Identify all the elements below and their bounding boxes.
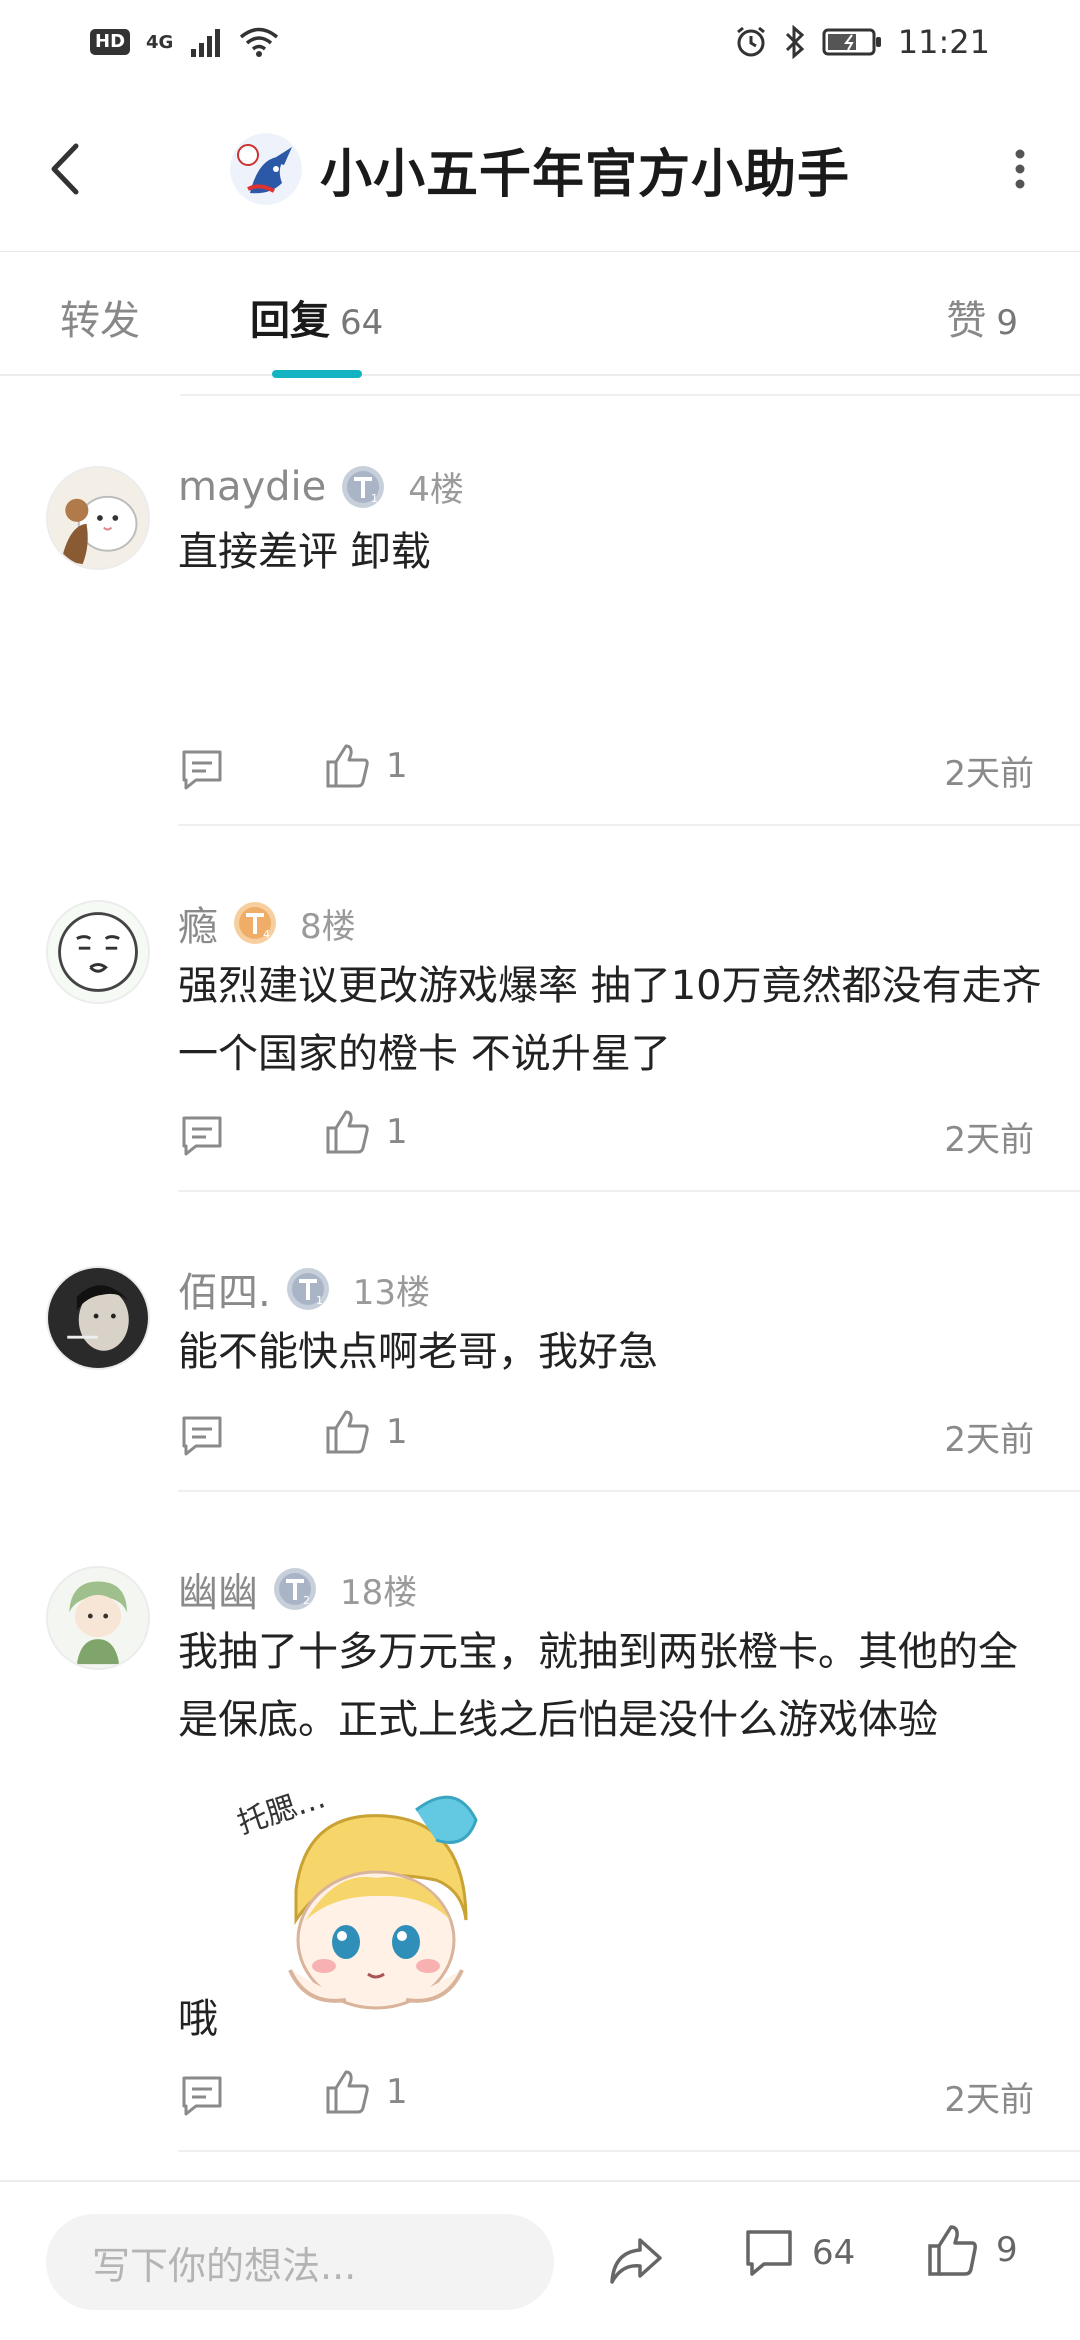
tab-reply-label: 回复 bbox=[250, 298, 330, 344]
thumbs-up-icon bbox=[326, 1110, 369, 1154]
user-avatar[interactable] bbox=[46, 1566, 150, 1670]
sticker-caption: 托腮… bbox=[236, 1780, 330, 1841]
status-left: HD 4G bbox=[90, 26, 279, 58]
signal-icon bbox=[191, 29, 221, 57]
alarm-icon bbox=[736, 26, 765, 57]
comment-header: maydie 1 4楼 bbox=[178, 462, 464, 511]
title-bar: 小小五千年官方小助手 bbox=[0, 84, 1080, 252]
bottom-comment-count: 64 bbox=[812, 2233, 856, 2273]
comment-text-tail: 哦 bbox=[178, 1996, 218, 2042]
wifi-icon bbox=[240, 27, 279, 57]
floor-number: 4楼 bbox=[408, 470, 464, 510]
tab-bar: 转发 回复 64 赞 9 bbox=[0, 252, 1080, 376]
status-bar: HD 4G 11:21 bbox=[0, 0, 1080, 84]
tab-forward[interactable]: 转发 bbox=[60, 288, 140, 346]
comment-text: 能不能快点啊老哥，我好急 bbox=[178, 1329, 658, 1375]
svg-text:1: 1 bbox=[316, 1294, 323, 1307]
reply-icon[interactable] bbox=[178, 746, 226, 794]
tab-reply[interactable]: 回复 64 bbox=[250, 288, 383, 346]
comment-actions: 1 2天前 bbox=[178, 2066, 1034, 2126]
thumbs-up-icon bbox=[326, 2070, 369, 2114]
like-count: 1 bbox=[386, 1412, 408, 1452]
thumbs-up-icon bbox=[326, 1410, 369, 1454]
more-options-icon[interactable] bbox=[1000, 134, 1040, 204]
bottom-like-count: 9 bbox=[996, 2230, 1018, 2270]
like-button[interactable]: 1 bbox=[324, 1408, 408, 1456]
share-icon[interactable] bbox=[606, 2230, 666, 2290]
user-avatar[interactable] bbox=[46, 466, 150, 570]
like-count: 1 bbox=[386, 746, 408, 786]
tab-like-count: 9 bbox=[996, 303, 1018, 343]
comment-input[interactable]: 写下你的想法... bbox=[46, 2214, 554, 2310]
like-count: 1 bbox=[386, 2072, 408, 2112]
battery-icon bbox=[822, 28, 881, 56]
comment-time: 2天前 bbox=[944, 2080, 1034, 2120]
user-avatar[interactable] bbox=[46, 1266, 150, 1370]
bluetooth-icon bbox=[785, 25, 804, 59]
tab-like-label: 赞 bbox=[946, 298, 987, 344]
username[interactable]: 瘾 bbox=[178, 894, 218, 952]
status-time: 11:21 bbox=[897, 23, 990, 61]
svg-text:4: 4 bbox=[263, 928, 270, 941]
like-button[interactable]: 1 bbox=[324, 2068, 408, 2116]
comment-actions: 1 2天前 bbox=[178, 740, 1034, 800]
username[interactable]: maydie bbox=[178, 464, 326, 510]
comment-time: 2天前 bbox=[944, 1120, 1034, 1160]
floor-number: 8楼 bbox=[300, 906, 356, 947]
status-right: 11:21 bbox=[734, 23, 990, 61]
list-top-divider bbox=[180, 394, 1080, 396]
comment-header: 佰四. 1 13楼 bbox=[178, 1260, 430, 1318]
bottom-like-button[interactable]: 9 bbox=[926, 2222, 1018, 2278]
active-tab-indicator bbox=[272, 370, 362, 378]
comment-time: 2天前 bbox=[944, 1420, 1034, 1460]
comment-divider bbox=[178, 1190, 1080, 1192]
assistant-avatar[interactable] bbox=[229, 133, 302, 205]
reply-icon[interactable] bbox=[178, 2072, 226, 2120]
tab-reply-count: 64 bbox=[340, 303, 384, 343]
comment-input-placeholder: 写下你的想法... bbox=[92, 2243, 357, 2288]
comment-header: 幽幽 2 18楼 bbox=[178, 1560, 417, 1618]
comment-divider bbox=[178, 2150, 1080, 2152]
thumbs-up-icon bbox=[326, 744, 369, 788]
reply-icon[interactable] bbox=[178, 1412, 226, 1460]
floor-number: 13楼 bbox=[352, 1272, 430, 1313]
level-badge-t1-icon: 1 bbox=[342, 465, 385, 508]
username[interactable]: 幽幽 bbox=[178, 1560, 258, 1618]
svg-text:2: 2 bbox=[303, 1594, 310, 1607]
thumbs-up-icon bbox=[928, 2225, 977, 2276]
comment-actions: 1 2天前 bbox=[178, 1406, 1034, 1466]
username[interactable]: 佰四. bbox=[178, 1260, 271, 1318]
title-area: 小小五千年官方小助手 bbox=[0, 124, 1080, 214]
like-button[interactable]: 1 bbox=[324, 1108, 408, 1156]
tab-like[interactable]: 赞 9 bbox=[946, 288, 1018, 346]
level-badge-t2-icon: 2 bbox=[274, 1568, 316, 1610]
comment-actions: 1 2天前 bbox=[178, 1106, 1034, 1166]
network-label: 4G bbox=[146, 31, 174, 53]
user-avatar[interactable] bbox=[46, 900, 150, 1004]
like-count: 1 bbox=[386, 1112, 408, 1152]
comment-text: 直接差评 卸载 bbox=[178, 529, 431, 575]
bottom-action-bar: 写下你的想法... 64 9 bbox=[0, 2180, 1080, 2340]
post-detail-page: HD 4G 11:21 小小五千年官方小助手 转发 回复 64 赞 9 mayd… bbox=[0, 0, 1080, 2340]
comment-divider bbox=[178, 824, 1080, 826]
comment-text: 我抽了十多万元宝，就抽到两张橙卡。其他的全是保底。正式上线之后怕是没什么游戏体验 bbox=[178, 1629, 1018, 1743]
comment-header: 瘾 4 8楼 bbox=[178, 894, 356, 952]
comment-text: 强烈建议更改游戏爆率 抽了10万竟然都没有走齐一个国家的橙卡 不说升星了 bbox=[178, 963, 1042, 1077]
svg-text:1: 1 bbox=[371, 492, 378, 505]
reply-icon[interactable] bbox=[178, 1112, 226, 1160]
level-badge-t1-icon: 1 bbox=[286, 1268, 329, 1310]
sticker-image[interactable]: 托腮… bbox=[236, 1770, 496, 2030]
tab-forward-label: 转发 bbox=[60, 298, 140, 344]
comment-divider bbox=[178, 1490, 1080, 1492]
bottom-comment-button[interactable]: 64 bbox=[742, 2226, 855, 2280]
page-title: 小小五千年官方小助手 bbox=[319, 144, 850, 205]
level-badge-t4-icon: 4 bbox=[234, 902, 276, 944]
floor-number: 18楼 bbox=[340, 1572, 418, 1613]
comment-bubble-icon bbox=[746, 2230, 792, 2276]
comment-time: 2天前 bbox=[944, 754, 1034, 794]
like-button[interactable]: 1 bbox=[324, 742, 408, 790]
hd-badge: HD bbox=[90, 29, 131, 55]
